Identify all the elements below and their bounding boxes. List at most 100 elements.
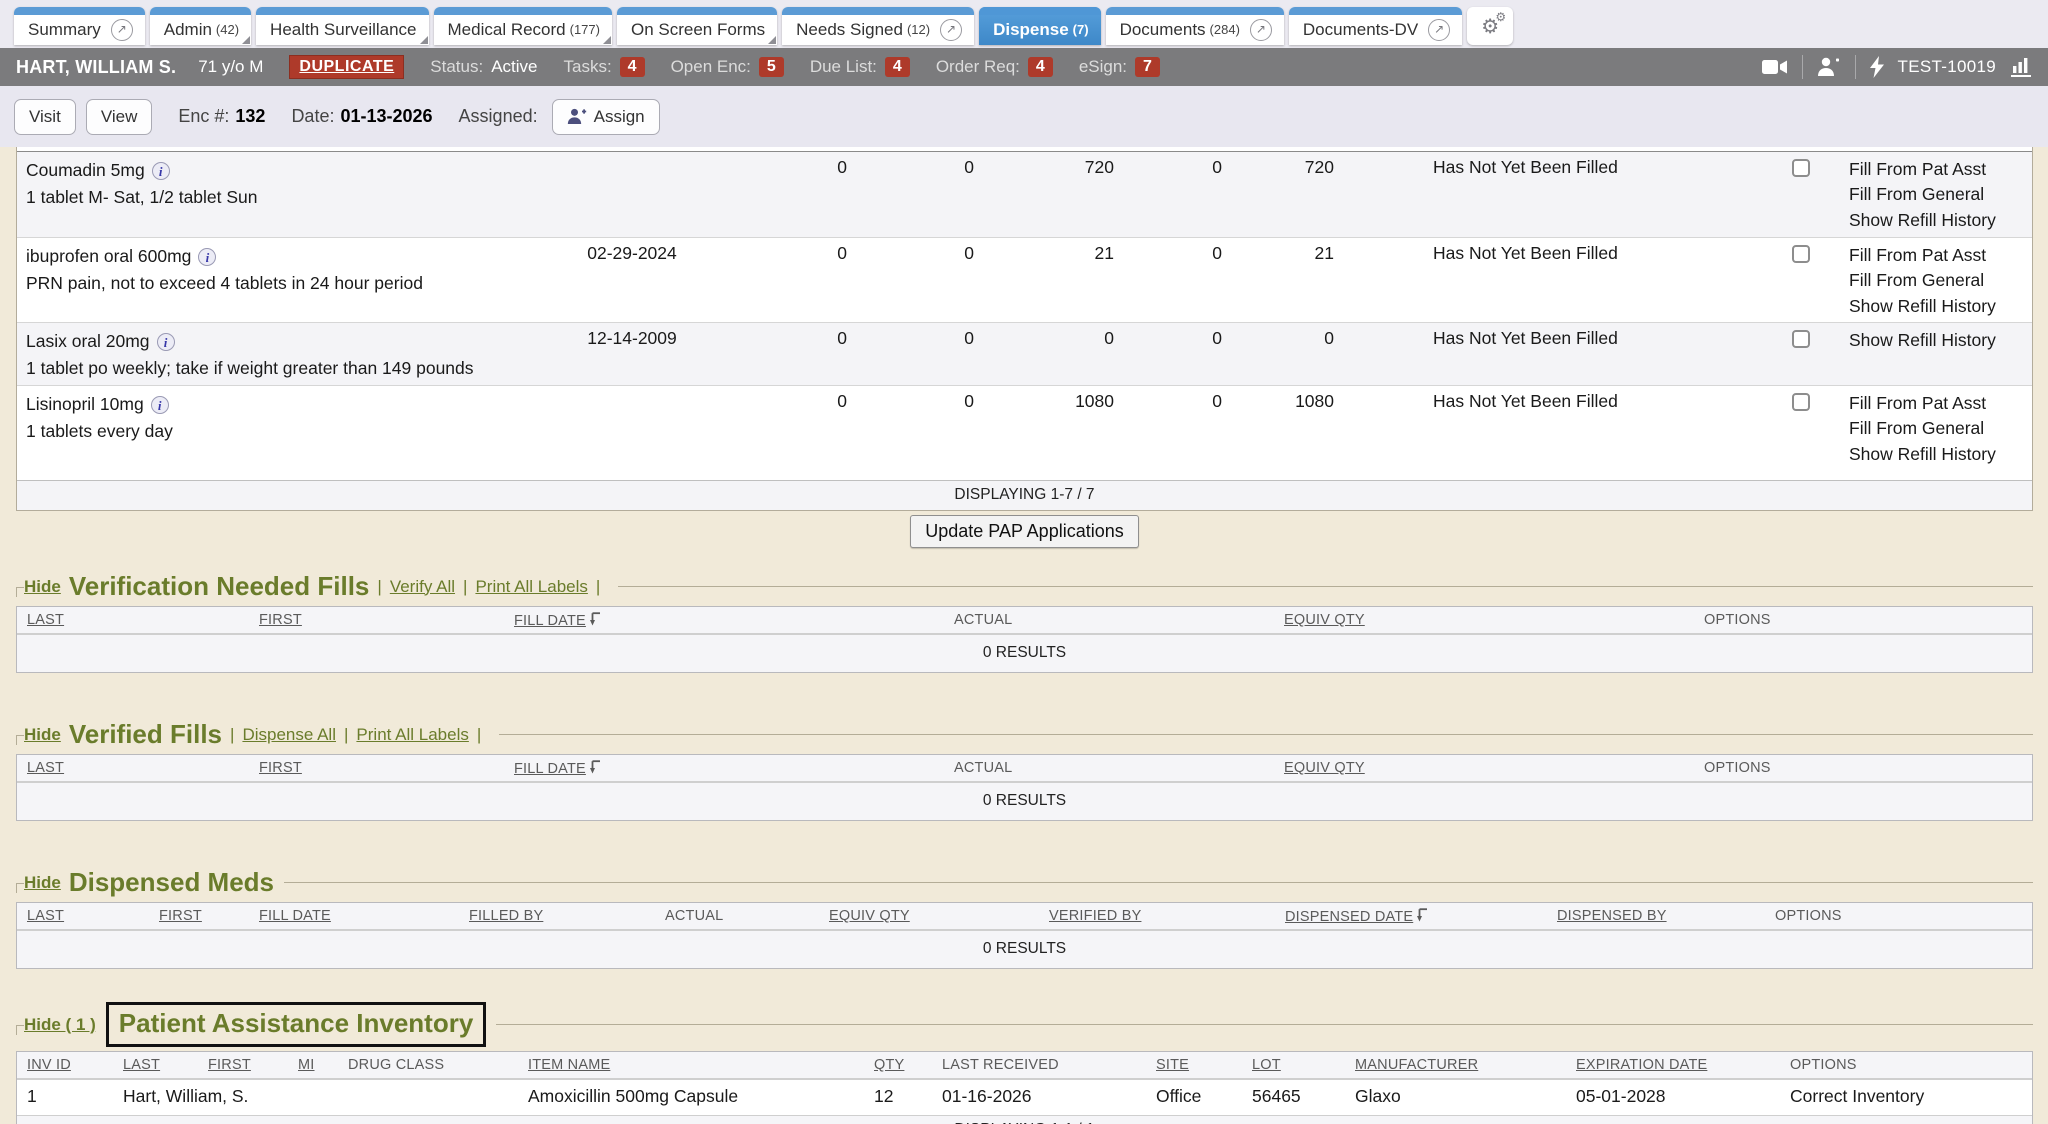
col-site[interactable]: SITE (1156, 1057, 1252, 1073)
col-last[interactable]: LAST (27, 908, 159, 924)
drug-sig: 1 tablets every day (26, 418, 557, 445)
tab-summary[interactable]: Summary ↗ (14, 7, 145, 45)
assign-button[interactable]: Assign (552, 99, 660, 135)
external-link-icon[interactable]: ↗ (111, 19, 133, 41)
col-inv-id[interactable]: INV ID (27, 1057, 123, 1073)
esign-count-badge[interactable]: 7 (1135, 57, 1160, 77)
show-refill-history-link[interactable]: Show Refill History (1849, 208, 2032, 233)
show-refill-history-link[interactable]: Show Refill History (1849, 294, 2032, 319)
section-title: Verification Needed Fills (69, 571, 370, 602)
qty-value: 0 (847, 391, 974, 480)
hide-inventory-link[interactable]: Hide ( 1 ) (24, 1015, 96, 1035)
tab-health-surveillance[interactable]: Health Surveillance (256, 7, 428, 45)
qty-value: 0 (707, 328, 847, 385)
tab-dispense[interactable]: Dispense (7) (979, 7, 1100, 45)
fill-checkbox[interactable] (1792, 393, 1810, 411)
fill-checkbox[interactable] (1792, 330, 1810, 348)
tab-on-screen-forms[interactable]: On Screen Forms (617, 7, 777, 45)
col-last[interactable]: LAST (27, 760, 259, 776)
col-fill-date[interactable]: FILL DATE (514, 760, 954, 777)
print-all-labels-link[interactable]: Print All Labels (356, 725, 468, 745)
update-pap-applications-button[interactable]: Update PAP Applications (910, 515, 1138, 548)
print-all-labels-link[interactable]: Print All Labels (475, 577, 587, 597)
fill-from-general-link[interactable]: Fill From General (1849, 416, 2032, 441)
fill-from-pat-asst-link[interactable]: Fill From Pat Asst (1849, 391, 2032, 416)
open-enc-count-badge[interactable]: 5 (759, 57, 784, 77)
qty-value: 0 (707, 391, 847, 480)
video-camera-icon[interactable] (1762, 59, 1788, 75)
col-dispensed-by[interactable]: DISPENSED BY (1557, 908, 1775, 924)
fill-from-general-link[interactable]: Fill From General (1849, 268, 2032, 293)
fill-checkbox[interactable] (1792, 159, 1810, 177)
tab-needs-signed[interactable]: Needs Signed (12) ↗ (782, 7, 974, 45)
inventory-paging: DISPLAYING 1-1 / 1 (17, 1116, 2032, 1124)
hide-verification-link[interactable]: Hide (24, 577, 61, 597)
verify-all-link[interactable]: Verify All (390, 577, 455, 597)
due-list-count-badge[interactable]: 4 (885, 57, 910, 77)
fill-from-pat-asst-link[interactable]: Fill From Pat Asst (1849, 243, 2032, 268)
col-fill-date[interactable]: FILL DATE (259, 908, 469, 924)
external-link-icon[interactable]: ↗ (1250, 19, 1272, 41)
tasks-count-badge[interactable]: 4 (620, 57, 645, 77)
hide-dispensed-link[interactable]: Hide (24, 873, 61, 893)
external-link-icon[interactable]: ↗ (1428, 19, 1450, 41)
col-dispensed-date[interactable]: DISPENSED DATE (1285, 908, 1557, 925)
info-icon[interactable]: i (157, 333, 175, 351)
col-filled-by[interactable]: FILLED BY (469, 908, 665, 924)
col-last[interactable]: LAST (123, 1057, 208, 1073)
col-qty[interactable]: QTY (874, 1057, 942, 1073)
col-first[interactable]: FIRST (208, 1057, 298, 1073)
correct-inventory-link[interactable]: Correct Inventory (1790, 1086, 2022, 1107)
info-icon[interactable]: i (198, 248, 216, 266)
settings-button[interactable]: ⚙ ⚙ (1467, 7, 1513, 45)
tab-admin[interactable]: Admin (42) (150, 7, 251, 45)
bar-chart-icon[interactable] (2010, 56, 2032, 78)
col-item-name[interactable]: ITEM NAME (528, 1057, 874, 1073)
sort-icon (1417, 908, 1428, 922)
col-verified-by[interactable]: VERIFIED BY (1049, 908, 1285, 924)
tab-documents[interactable]: Documents (284) ↗ (1106, 7, 1284, 45)
tab-medical-record[interactable]: Medical Record (177) (434, 7, 612, 45)
col-lot[interactable]: LOT (1252, 1057, 1355, 1073)
col-first[interactable]: FIRST (159, 908, 259, 924)
show-refill-history-link[interactable]: Show Refill History (1849, 328, 2032, 353)
fill-from-general-link[interactable]: Fill From General (1849, 182, 2032, 207)
section-rule (284, 882, 2033, 883)
info-icon[interactable]: i (151, 396, 169, 414)
lightning-icon[interactable] (1870, 56, 1884, 78)
add-person-icon[interactable] (1817, 57, 1841, 77)
order-req-count-badge[interactable]: 4 (1028, 57, 1053, 77)
external-link-icon[interactable]: ↗ (940, 19, 962, 41)
duplicate-badge[interactable]: DUPLICATE (289, 55, 404, 79)
visit-button[interactable]: Visit (14, 99, 76, 135)
dispense-all-link[interactable]: Dispense All (242, 725, 336, 745)
col-fill-date[interactable]: FILL DATE (514, 612, 954, 629)
tab-documents-dv[interactable]: Documents-DV ↗ (1289, 7, 1462, 45)
fieldset-corner (16, 883, 24, 893)
col-mi[interactable]: MI (298, 1057, 348, 1073)
col-equiv-qty[interactable]: EQUIV QTY (1284, 760, 1704, 776)
patient-bar: HART, WILLIAM S. 71 y/o M DUPLICATE Stat… (0, 48, 2048, 86)
col-equiv-qty[interactable]: EQUIV QTY (829, 908, 1049, 924)
fill-checkbox[interactable] (1792, 245, 1810, 263)
assign-button-label: Assign (594, 107, 645, 127)
inv-id-value: 1 (27, 1086, 123, 1107)
tab-count: (42) (216, 22, 239, 37)
col-equiv-qty[interactable]: EQUIV QTY (1284, 612, 1704, 628)
info-icon[interactable]: i (152, 162, 170, 180)
fill-from-pat-asst-link[interactable]: Fill From Pat Asst (1849, 157, 2032, 182)
col-first[interactable]: FIRST (259, 760, 514, 776)
col-first[interactable]: FIRST (259, 612, 514, 628)
inv-qty: 12 (874, 1086, 942, 1107)
show-refill-history-link[interactable]: Show Refill History (1849, 442, 2032, 467)
fill-status: Has Not Yet Been Filled (1334, 391, 1771, 480)
col-last-received: LAST RECEIVED (942, 1057, 1156, 1073)
col-last[interactable]: LAST (27, 612, 259, 628)
tab-label: Health Surveillance (270, 20, 416, 40)
separator (1855, 55, 1856, 79)
med-table-paging: DISPLAYING 1-7 / 7 (17, 480, 2032, 510)
col-expiration-date[interactable]: EXPIRATION DATE (1576, 1057, 1790, 1073)
hide-verified-link[interactable]: Hide (24, 725, 61, 745)
col-manufacturer[interactable]: MANUFACTURER (1355, 1057, 1576, 1073)
view-button[interactable]: View (86, 99, 153, 135)
